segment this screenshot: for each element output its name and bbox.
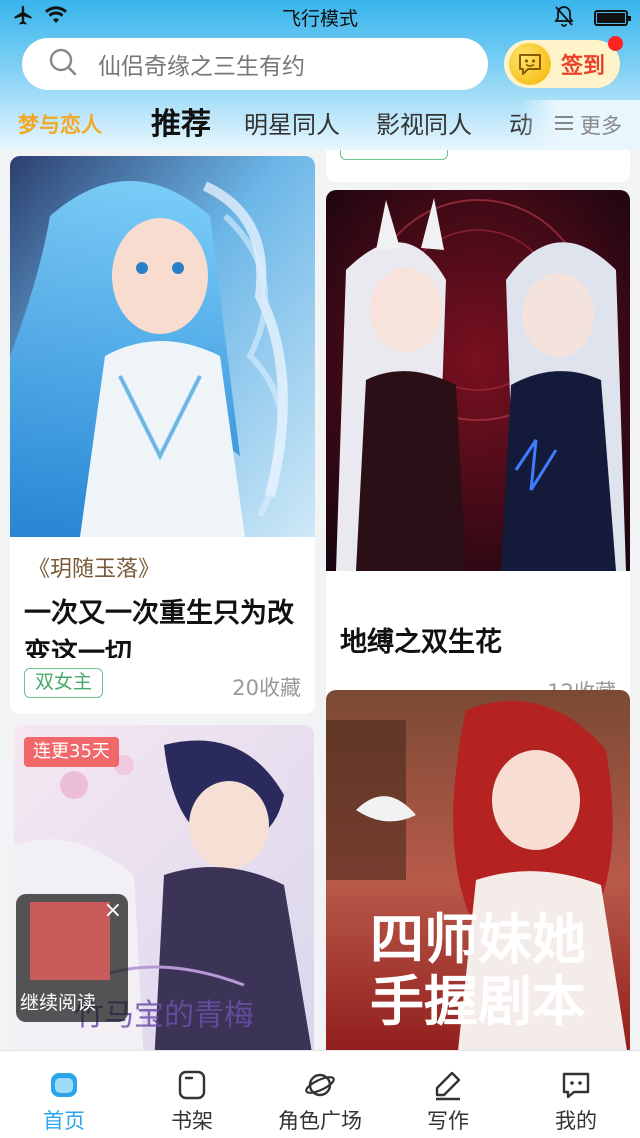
nav-label: 我的 — [555, 1109, 597, 1133]
story-cover-image — [326, 190, 630, 571]
home-icon — [48, 1069, 80, 1101]
continue-reading-label: 继续阅读 — [20, 992, 97, 1014]
story-title: 一次又一次重生只为改变这一切 — [24, 598, 294, 658]
story-tag-partial — [340, 150, 448, 160]
nav-label: 角色广场 — [278, 1109, 362, 1133]
search-icon — [48, 47, 78, 81]
notification-badge — [608, 36, 623, 51]
cover-title-line-2: 手握剧本 — [370, 972, 586, 1032]
status-bar-title: 飞行模式 — [281, 8, 358, 30]
chat-bubble-icon — [560, 1069, 592, 1101]
search-placeholder: 仙侣奇缘之三生有约 — [98, 54, 305, 80]
story-tag[interactable]: 双女主 — [24, 668, 104, 698]
nav-character-plaza[interactable]: 角色广场 — [256, 1051, 384, 1138]
story-cover-image: 四师妹她 手握剧本 — [326, 690, 630, 1050]
more-label: 更多 — [580, 114, 622, 138]
planet-icon — [304, 1069, 336, 1101]
status-bar: 飞行模式 — [0, 0, 640, 32]
battery-icon — [594, 10, 631, 26]
story-subtitle: 《玥随玉落》 — [28, 557, 161, 582]
tab-recommend[interactable]: 推荐 — [151, 100, 211, 150]
pen-icon — [432, 1069, 464, 1101]
bottom-navigation: 首页 书架 角色广场 写作 我的 — [0, 1050, 640, 1138]
recommend-feed[interactable]: 《玥随玉落》 一次又一次重生只为改变这一切 双女主 20收藏 地缚之双生花 竹马… — [0, 150, 640, 1050]
story-card[interactable]: 地缚之双生花 12收藏 — [326, 190, 630, 714]
app-header: 飞行模式 仙侣奇缘之三生有约 签到 梦与恋人 推荐 明星同人 影视同人 更多 — [0, 0, 640, 150]
cover-title-line-1: 四师妹她 — [370, 910, 586, 970]
story-card-partial[interactable] — [326, 150, 630, 182]
continue-reading-thumbnail — [30, 902, 110, 980]
close-icon[interactable]: × — [104, 898, 122, 923]
category-tabs: 梦与恋人 推荐 明星同人 影视同人 动 更多 — [0, 100, 640, 150]
checkin-label: 签到 — [561, 54, 606, 79]
nav-label: 写作 — [427, 1109, 469, 1133]
battery-fill — [597, 13, 625, 23]
favorite-count: 20收藏 — [232, 676, 301, 700]
nav-profile[interactable]: 我的 — [512, 1051, 640, 1138]
search-input[interactable]: 仙侣奇缘之三生有约 — [22, 38, 488, 90]
story-cover-image — [10, 156, 315, 537]
mute-bell-icon — [554, 5, 574, 31]
nav-label: 首页 — [43, 1109, 85, 1133]
nav-bookshelf[interactable]: 书架 — [128, 1051, 256, 1138]
checkin-face-icon — [509, 43, 551, 85]
tab-film-fanfic[interactable]: 影视同人 — [376, 100, 472, 150]
story-card[interactable]: 四师妹她 手握剧本 — [326, 690, 630, 1050]
checkin-button[interactable]: 签到 — [504, 36, 623, 88]
story-card[interactable]: 《玥随玉落》 一次又一次重生只为改变这一切 双女主 20收藏 — [10, 156, 315, 714]
nav-home[interactable]: 首页 — [0, 1051, 128, 1138]
tab-celebrity-fanfic[interactable]: 明星同人 — [244, 100, 340, 150]
nav-write[interactable]: 写作 — [384, 1051, 512, 1138]
search-row: 仙侣奇缘之三生有约 签到 — [0, 36, 640, 92]
story-title: 地缚之双生花 — [340, 627, 502, 658]
update-streak-badge: 连更35天 — [24, 737, 119, 767]
bookshelf-icon — [176, 1069, 208, 1101]
nav-label: 书架 — [171, 1109, 213, 1133]
menu-icon — [554, 114, 574, 136]
more-button[interactable]: 更多 — [520, 100, 640, 150]
continue-reading-widget[interactable]: × 继续阅读 — [16, 894, 128, 1022]
tab-dream-lovers[interactable]: 梦与恋人 — [18, 100, 102, 150]
